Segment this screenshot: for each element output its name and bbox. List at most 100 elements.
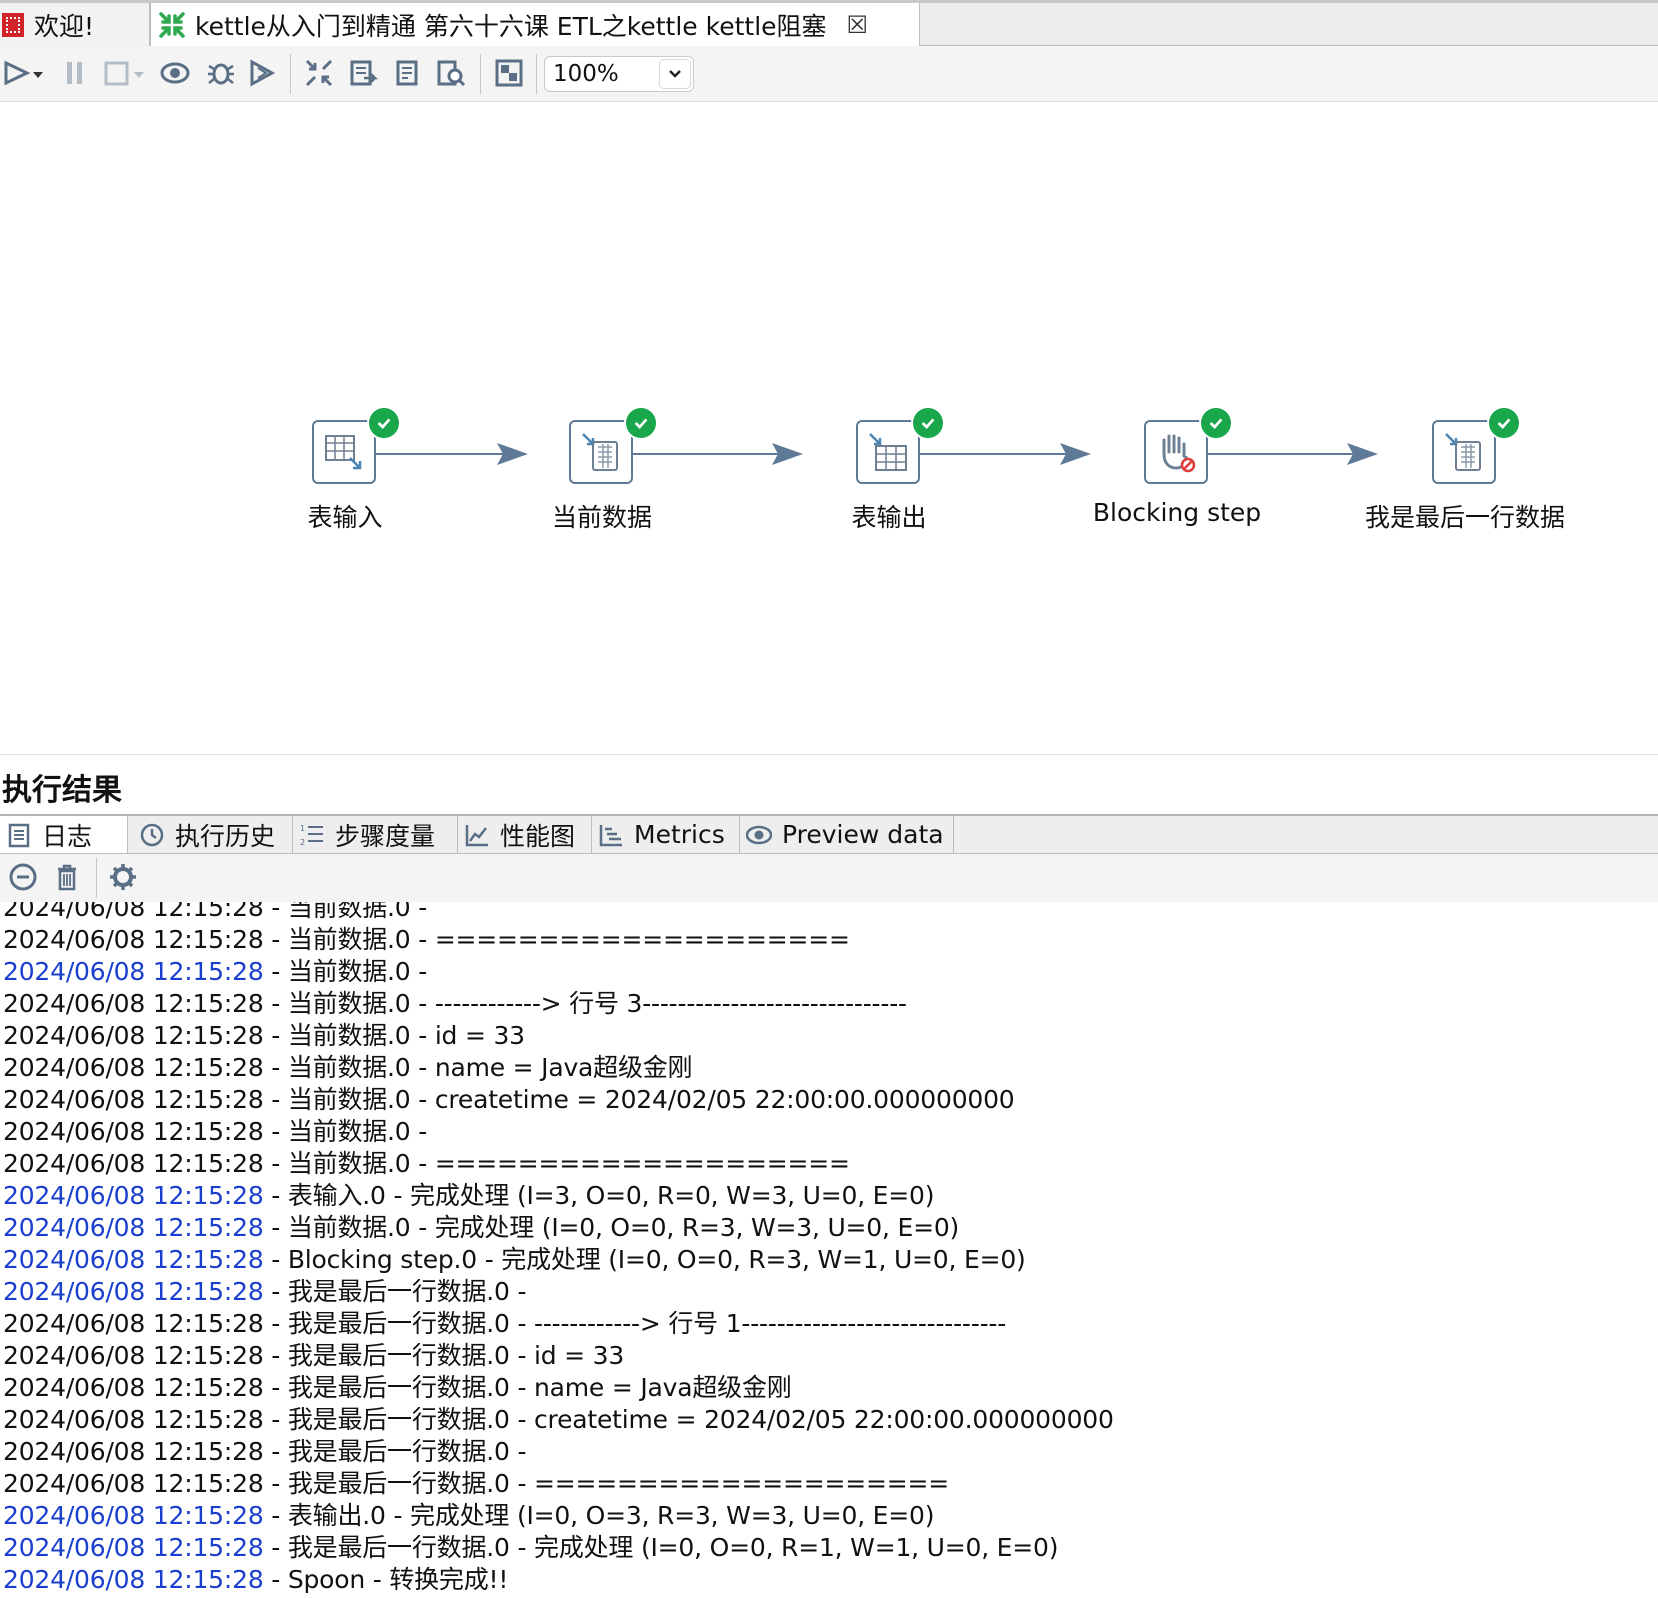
step-write-to-log-last-row[interactable] <box>1432 406 1521 488</box>
log-message: - 我是最后一行数据.0 - name = Java超级金刚 <box>263 1373 792 1402</box>
tab-label: 日志 <box>42 821 93 851</box>
log-timestamp: 2024/06/08 12:15:28 <box>3 1341 264 1370</box>
check-icon <box>367 406 401 440</box>
execution-results-panel: 执行结果 <box>0 754 1658 814</box>
svg-text:1: 1 <box>300 824 305 833</box>
blocking-step-icon <box>1162 434 1196 473</box>
log-message: - 表输出.0 - 完成处理 (I=0, O=3, R=3, W=3, U=0,… <box>263 1501 935 1530</box>
log-message: - 我是最后一行数据.0 - 完成处理 (I=0, O=0, R=1, W=1,… <box>263 1533 1059 1562</box>
transformation-canvas[interactable]: 表输入 当前数据 表输出 Blocking step 我是最后一行数据 <box>0 102 1658 754</box>
preview-icon[interactable] <box>160 58 190 88</box>
log-line: 2024/06/08 12:15:28 - 我是最后一行数据.0 - 完成处理 … <box>3 1532 1058 1564</box>
step-label: Blocking step <box>1092 498 1262 527</box>
log-message: - 我是最后一行数据.0 - id = 33 <box>263 1341 625 1370</box>
metrics-icon <box>599 824 622 846</box>
hop-3[interactable] <box>920 443 1091 465</box>
log-line: 2024/06/08 12:15:28 - 当前数据.0 - <box>3 1116 427 1148</box>
log-line: 2024/06/08 12:15:28 - 我是最后一行数据.0 - <box>3 1276 526 1308</box>
log-line: 2024/06/08 12:15:28 - 当前数据.0 - createtim… <box>3 1084 1015 1116</box>
step-table-input[interactable] <box>312 406 401 488</box>
log-settings-icon[interactable] <box>108 862 138 892</box>
log-line: 2024/06/08 12:15:28 - 当前数据.0 - =========… <box>3 924 850 956</box>
log-line: 2024/06/08 12:15:28 - 当前数据.0 - <box>3 956 427 988</box>
run-icon[interactable] <box>2 58 32 88</box>
log-message: - 当前数据.0 - ==================== <box>263 1149 850 1178</box>
step-label: 我是最后一行数据 <box>1364 503 1566 532</box>
run-dropdown-icon[interactable] <box>30 58 46 88</box>
tab-transformation[interactable]: kettle从入门到精通 第六十六课 ETL之kettle kettle阻塞 ☒ <box>150 3 920 46</box>
clear-log-icon[interactable] <box>8 862 38 892</box>
write-to-log-icon <box>582 433 618 471</box>
tab-log[interactable]: 日志 <box>0 816 128 853</box>
log-line: 2024/06/08 12:15:28 - 当前数据.0 - 完成处理 (I=0… <box>3 1212 959 1244</box>
log-line: 2024/06/08 12:15:28 - 我是最后一行数据.0 - -----… <box>3 1308 1006 1340</box>
toolbar-separator <box>480 54 481 94</box>
step-blocking-step[interactable] <box>1144 406 1233 488</box>
log-text-area[interactable]: 2024/06/08 12:15:28 - 当前数据.0 - 2024/06/0… <box>0 902 1658 1598</box>
close-tab-icon[interactable]: ☒ <box>847 11 869 39</box>
hop-1[interactable] <box>376 443 528 465</box>
delete-log-icon[interactable] <box>52 862 82 892</box>
debug-icon[interactable] <box>206 58 236 88</box>
step-box <box>1432 420 1496 484</box>
tab-preview-data[interactable]: Preview data <box>740 816 954 853</box>
tab-welcome[interactable]: 欢迎! <box>0 3 150 46</box>
tab-label: Preview data <box>782 820 944 849</box>
tab-metrics[interactable]: Metrics <box>592 816 740 853</box>
step-write-to-log-current[interactable] <box>569 406 658 488</box>
log-message: - 我是最后一行数据.0 - <box>263 1277 527 1306</box>
log-line: 2024/06/08 12:15:28 - Spoon - 转换完成!! <box>3 1564 508 1596</box>
log-message: - 我是最后一行数据.0 - <box>263 1437 527 1466</box>
hops-layer <box>376 443 1378 465</box>
step-box <box>1144 420 1208 484</box>
explore-db-icon[interactable] <box>436 58 466 88</box>
impact-icon[interactable] <box>348 58 379 88</box>
chevron-down-icon[interactable] <box>659 59 691 89</box>
hop-2[interactable] <box>633 443 803 465</box>
table-input-icon <box>325 435 362 470</box>
log-timestamp: 2024/06/08 12:15:28 <box>3 957 264 986</box>
log-timestamp: 2024/06/08 12:15:28 <box>3 1085 264 1114</box>
welcome-logo-icon <box>2 12 24 37</box>
sql-icon[interactable] <box>392 58 422 88</box>
log-timestamp: 2024/06/08 12:15:28 <box>3 1213 264 1242</box>
tab-label: 执行历史 <box>175 821 276 851</box>
log-timestamp: 2024/06/08 12:15:28 <box>3 1309 264 1338</box>
tab-execution-history[interactable]: 执行历史 <box>133 816 293 853</box>
log-message: - 当前数据.0 - <box>263 1117 428 1146</box>
log-message: - 当前数据.0 - createtime = 2024/02/05 22:00… <box>263 1085 1015 1114</box>
replay-icon[interactable] <box>248 58 278 88</box>
log-message: - 当前数据.0 - ------------> 行号 3-----------… <box>263 989 907 1018</box>
log-message: - 当前数据.0 - 完成处理 (I=0, O=0, R=3, W=3, U=0… <box>263 1213 960 1242</box>
log-line: 2024/06/08 12:15:28 - 我是最后一行数据.0 - name … <box>3 1372 792 1404</box>
log-timestamp: 2024/06/08 12:15:28 <box>3 1469 264 1498</box>
tab-performance-graph[interactable]: 性能图 <box>458 816 592 853</box>
log-timestamp: 2024/06/08 12:15:28 <box>3 1149 264 1178</box>
log-message: - 我是最后一行数据.0 - ------------> 行号 1-------… <box>263 1309 1007 1338</box>
log-message: - 表输入.0 - 完成处理 (I=3, O=0, R=0, W=3, U=0,… <box>263 1181 935 1210</box>
hop-4[interactable] <box>1208 443 1378 465</box>
stop-dropdown-icon[interactable] <box>132 58 146 88</box>
log-message: - Blocking step.0 - 完成处理 (I=0, O=0, R=3,… <box>263 1245 1026 1274</box>
log-icon <box>8 823 30 847</box>
history-icon <box>140 823 164 846</box>
toolbar-separator <box>536 54 537 94</box>
log-timestamp: 2024/06/08 12:15:28 <box>3 1533 264 1562</box>
log-message: - 当前数据.0 - name = Java超级金刚 <box>263 1053 693 1082</box>
show-results-icon[interactable] <box>494 58 524 88</box>
zoom-select[interactable]: 100% <box>544 56 694 92</box>
step-box <box>312 420 376 484</box>
tab-step-metrics[interactable]: 12 步骤度量 <box>293 816 458 853</box>
execution-results-title: 执行结果 <box>2 773 122 808</box>
stop-icon[interactable] <box>102 58 132 88</box>
pause-icon[interactable] <box>60 58 90 88</box>
log-line: 2024/06/08 12:15:28 - 我是最后一行数据.0 - =====… <box>3 1468 949 1500</box>
performance-graph-icon <box>465 824 488 846</box>
zoom-value: 100% <box>553 61 619 87</box>
step-table-output[interactable] <box>856 406 945 488</box>
toolbar-separator <box>290 54 291 94</box>
verify-icon[interactable] <box>304 58 334 88</box>
log-timestamp: 2024/06/08 12:15:28 <box>3 1021 264 1050</box>
check-icon <box>911 406 945 440</box>
svg-text:2: 2 <box>300 838 305 847</box>
